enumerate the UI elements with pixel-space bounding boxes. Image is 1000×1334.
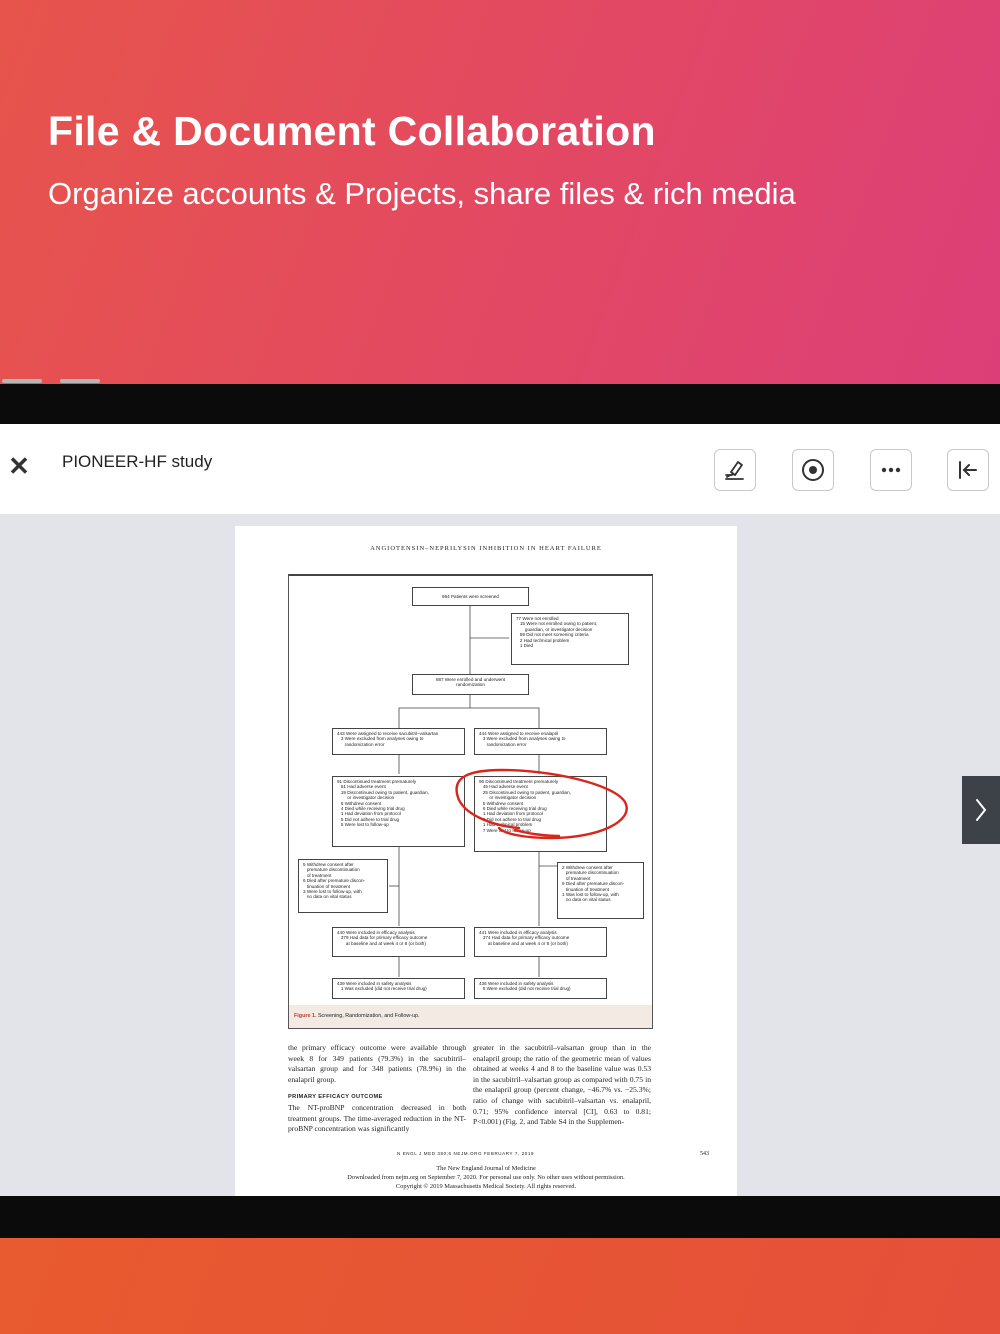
next-page-button[interactable] <box>962 776 1000 844</box>
device-bezel-bottom <box>0 1196 1000 1238</box>
figure-caption: Figure 1. Screening, Randomization, and … <box>289 1005 652 1028</box>
collapse-left-icon <box>959 461 977 479</box>
annotate-pen-icon <box>725 461 744 480</box>
chevron-right-icon <box>976 799 987 821</box>
hero-title: File & Document Collaboration <box>48 108 656 154</box>
figure-caption-label: Figure 1. <box>294 1013 317 1019</box>
device-edge-notch <box>2 379 42 383</box>
body-column-left: the primary efficacy outcome were availa… <box>288 1043 466 1135</box>
collapse-panel-button[interactable] <box>947 449 989 491</box>
body-paragraph-1: the primary efficacy outcome were availa… <box>288 1043 466 1084</box>
flow-box-safety-enalapril: 436 Were included in safety analysis 5 W… <box>474 978 607 999</box>
flow-box-assigned-sacubitril: 443 Were assigned to receive sacubitril–… <box>332 728 465 755</box>
more-dots-icon <box>881 467 901 473</box>
body-paragraph-2: The NT-proBNP concentration decreased in… <box>288 1102 466 1134</box>
record-circle-icon <box>802 459 824 481</box>
annotate-button[interactable] <box>714 449 756 491</box>
footer-banner <box>0 1238 1000 1334</box>
footnote-copyright: Copyright © 2019 Massachusetts Medical S… <box>395 1183 577 1190</box>
flow-box-screened: 964 Patients were screened <box>412 587 529 606</box>
flow-box-discontinued-sacubitril: 91 Discontinued treatment prematurely 51… <box>332 776 465 847</box>
record-button[interactable] <box>792 449 834 491</box>
flow-box-safety-sacubitril: 439 Were included in safety analysis 1 W… <box>332 978 465 999</box>
page-folio: N ENGL J MED 380;6 NEJM.ORG FEBRUARY 7, … <box>397 1151 535 1156</box>
flow-box-efficacy-enalapril: 441 Were included in efficacy analysis 3… <box>474 927 607 957</box>
body-column-right: greater in the sacubitril–valsartan grou… <box>473 1043 651 1127</box>
section-heading: PRIMARY EFFICACY OUTCOME <box>288 1094 383 1101</box>
flowchart-figure: 964 Patients were screened 77 Were not e… <box>288 574 653 1029</box>
flow-box-discontinued-enalapril: 96 Discontinued treatment prematurely 45… <box>474 776 607 852</box>
page-number: 543 <box>700 1151 709 1157</box>
document-title: PIONEER-HF study <box>62 452 213 471</box>
flow-box-assigned-enalapril: 444 Were assigned to receive enalapril 3… <box>474 728 607 755</box>
flow-box-post-discontinuation-enalapril: 2 Withdrew consent after premature disco… <box>557 862 644 919</box>
flow-box-not-enrolled: 77 Were not enrolled 15 Were not enrolle… <box>511 613 629 665</box>
flow-box-enrolled: 887 Were enrolled and underwent randomiz… <box>412 674 529 695</box>
device-bezel-top <box>0 384 1000 424</box>
document-viewer[interactable]: ANGIOTENSIN–NEPRILYSIN INHIBITION IN HEA… <box>0 514 1000 1196</box>
hero-subtitle: Organize accounts & Projects, share file… <box>48 176 796 211</box>
flow-box-efficacy-sacubitril: 440 Were included in efficacy analysis 3… <box>332 927 465 957</box>
flow-box-post-discontinuation-sacubitril: 5 Withdrew consent after premature disco… <box>298 859 388 913</box>
more-options-button[interactable] <box>870 449 912 491</box>
pdf-page: ANGIOTENSIN–NEPRILYSIN INHIBITION IN HEA… <box>235 526 737 1196</box>
close-icon[interactable]: ✕ <box>8 453 30 479</box>
running-head: ANGIOTENSIN–NEPRILYSIN INHIBITION IN HEA… <box>370 545 602 552</box>
hero-banner: File & Document Collaboration Organize a… <box>0 0 1000 384</box>
figure-caption-text: Screening, Randomization, and Follow-up. <box>316 1013 420 1019</box>
device-edge-notch <box>60 379 100 383</box>
